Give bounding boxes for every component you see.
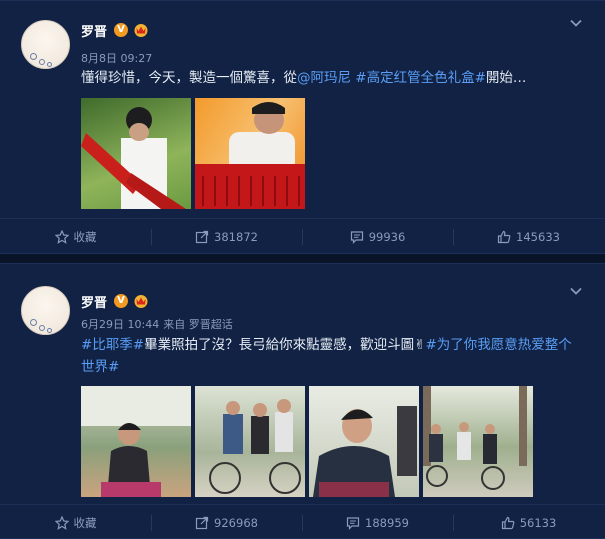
username[interactable]: 罗晋: [81, 292, 107, 311]
text-plain: 開始…: [485, 70, 527, 86]
post-image[interactable]: [195, 386, 305, 497]
comment-button[interactable]: 99936: [302, 219, 453, 255]
favorite-button[interactable]: 收藏: [0, 219, 151, 255]
like-count: 56133: [519, 516, 557, 530]
like-icon: [497, 230, 511, 244]
post-image[interactable]: [81, 386, 191, 497]
post-text: #比耶季#畢業照拍了沒？長弓給你來點靈感，歡迎斗圖✌#为了你我愿意热爱整个世界#: [81, 334, 581, 378]
post-meta: 6月29日 10:44 来自 罗晋超话: [81, 316, 233, 332]
chevron-down-icon[interactable]: [569, 16, 583, 30]
like-icon: [501, 516, 515, 530]
post-image[interactable]: [423, 386, 533, 497]
comment-count: 188959: [365, 516, 409, 530]
post-date[interactable]: 8月8日 09:27: [81, 52, 152, 65]
post-text: 懂得珍惜，今天，製造一個驚喜，從@阿玛尼 #高定红管全色礼盒#開始…: [81, 67, 581, 89]
favorite-label: 收藏: [73, 230, 97, 244]
verified-badge: V: [114, 23, 128, 37]
mention-link[interactable]: @阿玛尼: [297, 70, 351, 86]
post-source[interactable]: 来自 罗晋超话: [163, 318, 233, 331]
favorite-label: 收藏: [73, 516, 97, 530]
text-plain: 懂得珍惜，今天，製造一個驚喜，從: [81, 70, 297, 86]
repost-count: 381872: [214, 230, 258, 244]
chevron-down-icon[interactable]: [569, 284, 583, 298]
avatar[interactable]: [21, 286, 70, 335]
emoji: ✌: [414, 337, 426, 353]
comment-icon: [350, 231, 363, 244]
crown-icon: [134, 295, 148, 308]
action-bar: 收藏 381872 99936 145633: [0, 218, 605, 254]
weibo-post-card: 罗晋 V 8月8日 09:27 懂得珍惜，今天，製造一個驚喜，從@阿玛尼 #高定…: [0, 0, 605, 254]
text-plain: 畢業照拍了沒？長弓給你來點靈感，歡迎斗圖: [144, 337, 415, 353]
repost-button[interactable]: 381872: [151, 219, 302, 255]
post-image[interactable]: [81, 98, 191, 209]
username[interactable]: 罗晋: [81, 21, 107, 40]
star-icon: [54, 516, 69, 530]
comment-count: 99936: [368, 230, 406, 244]
comment-button[interactable]: 188959: [302, 505, 453, 539]
like-count: 145633: [516, 230, 560, 244]
repost-count: 926968: [214, 516, 258, 530]
topic-link[interactable]: #比耶季#: [81, 337, 144, 353]
repost-icon: [195, 230, 209, 244]
verified-badge: V: [114, 294, 128, 308]
comment-icon: [346, 517, 360, 530]
post-meta: 8月8日 09:27: [81, 50, 152, 66]
action-bar: 收藏 926968 188959 56133: [0, 504, 605, 539]
avatar[interactable]: [21, 20, 70, 69]
feed-gap: [0, 254, 605, 263]
post-date[interactable]: 6月29日 10:44: [81, 318, 159, 331]
like-button[interactable]: 145633: [453, 219, 604, 255]
repost-icon: [195, 516, 209, 530]
like-button[interactable]: 56133: [453, 505, 604, 539]
weibo-post-card: 罗晋 V 6月29日 10:44 来自 罗晋超话 #比耶季#畢業照拍了沒？長弓給你…: [0, 263, 605, 539]
crown-icon: [134, 24, 148, 37]
post-image[interactable]: [195, 98, 305, 209]
repost-button[interactable]: 926968: [151, 505, 302, 539]
topic-link[interactable]: #高定红管全色礼盒#: [351, 70, 486, 86]
post-image[interactable]: [309, 386, 419, 497]
favorite-button[interactable]: 收藏: [0, 505, 151, 539]
star-icon: [54, 230, 69, 244]
